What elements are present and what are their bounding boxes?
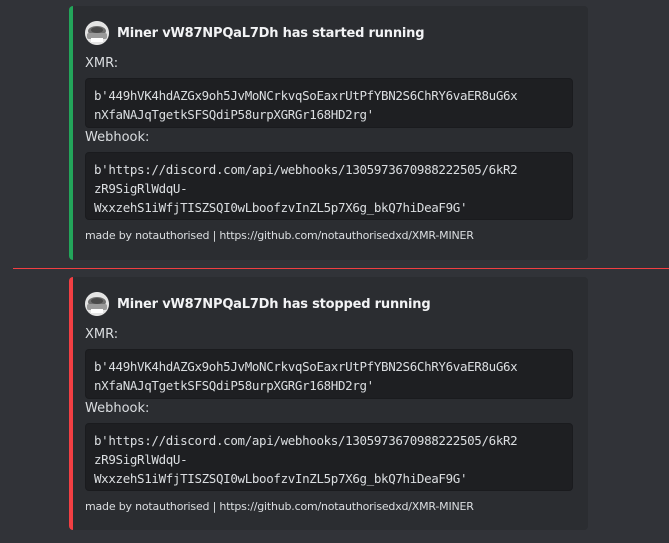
webhook-code-line: b'https://discord.com/api/webhooks/13059… [94, 433, 518, 448]
embed-accent-bar [69, 6, 73, 260]
embed-author: Miner vW87NPQaL7Dh has stopped running [85, 292, 431, 316]
xmr-code-line: b'449hVK4hdAZGx9oh5JvMoNCrkvqSoEaxrUtPfY… [94, 88, 518, 103]
xmr-code-block[interactable]: b'449hVK4hdAZGx9oh5JvMoNCrkvqSoEaxrUtPfY… [85, 78, 573, 128]
embed-started: Miner vW87NPQaL7Dh has started running X… [69, 6, 588, 260]
embed-accent-bar [69, 277, 73, 530]
webhook-code-line: b'https://discord.com/api/webhooks/13059… [94, 162, 518, 177]
new-messages-divider [13, 268, 669, 269]
embed-stopped: Miner vW87NPQaL7Dh has stopped running X… [69, 277, 588, 530]
miner-avatar-icon[interactable] [85, 21, 109, 45]
xmr-code-line: nXfaNAJqTgetkSFSQdiP58urpXGRGr168HD2rg' [94, 378, 374, 393]
miner-avatar-icon[interactable] [85, 292, 109, 316]
webhook-code-line: WxxzehS1iWfjTISZSQI0wLboofzvInZL5p7X6g_b… [94, 200, 468, 215]
xmr-code-line: nXfaNAJqTgetkSFSQdiP58urpXGRGr168HD2rg' [94, 107, 374, 122]
xmr-field-label: XMR: [85, 56, 119, 71]
webhook-code-line: zR9SigRlWdqU- [94, 181, 188, 196]
embed-author: Miner vW87NPQaL7Dh has started running [85, 21, 425, 45]
webhook-code-block[interactable]: b'https://discord.com/api/webhooks/13059… [85, 152, 573, 220]
xmr-code-block[interactable]: b'449hVK4hdAZGx9oh5JvMoNCrkvqSoEaxrUtPfY… [85, 349, 573, 399]
xmr-field-label: XMR: [85, 327, 119, 342]
webhook-code-block[interactable]: b'https://discord.com/api/webhooks/13059… [85, 423, 573, 491]
xmr-code-line: b'449hVK4hdAZGx9oh5JvMoNCrkvqSoEaxrUtPfY… [94, 359, 518, 374]
webhook-code-line: zR9SigRlWdqU- [94, 452, 188, 467]
webhook-field-label: Webhook: [85, 401, 150, 416]
embed-footer: made by notauthorised | https://github.c… [85, 229, 474, 242]
embed-title: Miner vW87NPQaL7Dh has stopped running [117, 296, 431, 312]
embed-title: Miner vW87NPQaL7Dh has started running [117, 25, 425, 41]
webhook-field-label: Webhook: [85, 130, 150, 145]
embed-footer: made by notauthorised | https://github.c… [85, 500, 474, 513]
webhook-code-line: WxxzehS1iWfjTISZSQI0wLboofzvInZL5p7X6g_b… [94, 471, 468, 486]
chat-message-area: Miner vW87NPQaL7Dh has started running X… [0, 0, 669, 543]
